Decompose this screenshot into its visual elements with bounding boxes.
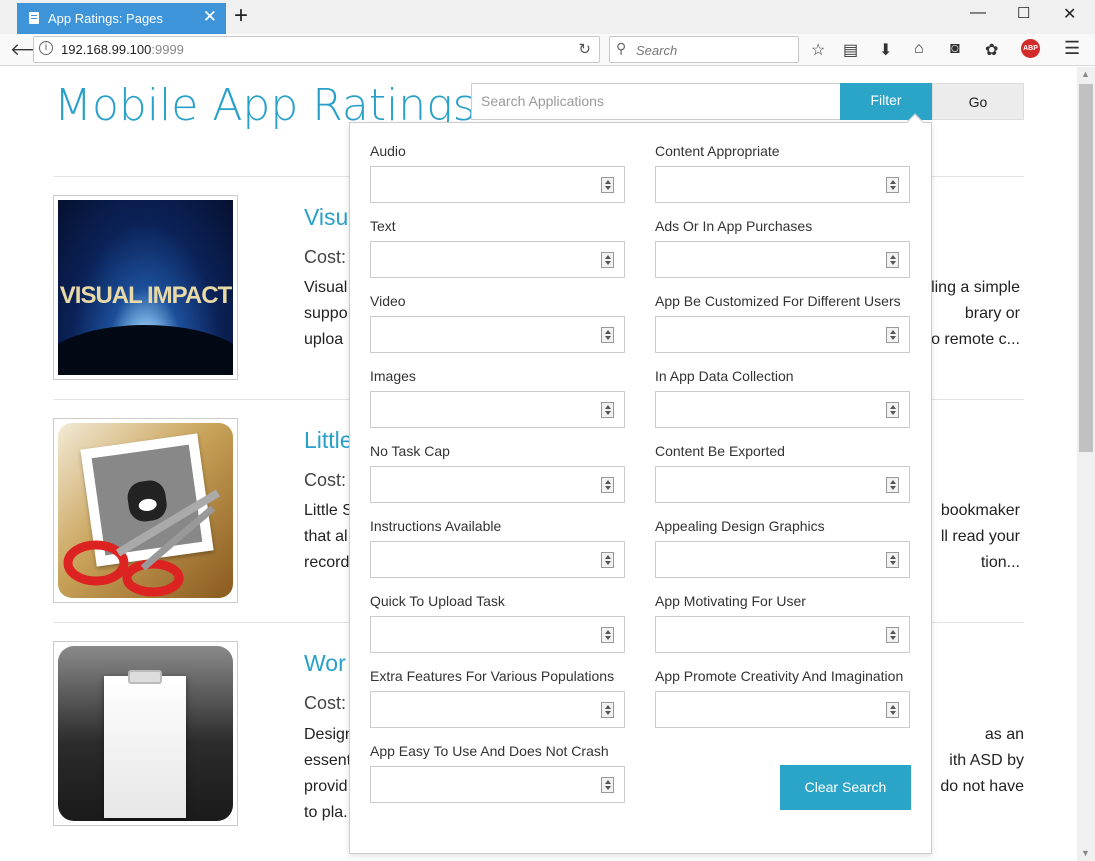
filter-label-data-collection: In App Data Collection [655,368,794,384]
filter-label-instructions: Instructions Available [370,518,502,534]
filter-label-quick-upload: Quick To Upload Task [370,593,505,609]
spinner-icon[interactable] [601,477,614,493]
filter-input-data-collection[interactable] [655,391,910,428]
filter-label-video: Video [370,293,406,309]
filter-label-design-graphics: Appealing Design Graphics [655,518,825,534]
spinner-icon[interactable] [601,702,614,718]
site-info-icon[interactable]: i [39,41,53,55]
spinner-icon[interactable] [886,252,899,268]
filter-input-exported[interactable] [655,466,910,503]
filter-input-instructions[interactable] [370,541,625,578]
tab-close-icon[interactable]: ✕ [203,7,217,27]
reading-list-icon[interactable]: ▤ [843,40,858,60]
extension-icon[interactable]: ✿ [985,40,998,60]
filter-label-creativity: App Promote Creativity And Imagination [655,668,904,684]
filter-label-images: Images [370,368,416,384]
filter-input-creativity[interactable] [655,691,910,728]
search-icon: ⚲ [616,40,627,56]
spinner-icon[interactable] [886,402,899,418]
filter-input-no-task-cap[interactable] [370,466,625,503]
filter-label-motivating: App Motivating For User [655,593,806,609]
app-cost: Cost: [304,693,347,713]
spinner-icon[interactable] [601,327,614,343]
filter-input-images[interactable] [370,391,625,428]
minimize-icon[interactable]: — [970,4,986,22]
spinner-icon[interactable] [886,552,899,568]
filter-label-audio: Audio [370,143,406,159]
clear-search-button[interactable]: Clear Search [780,765,911,810]
spinner-icon[interactable] [601,252,614,268]
spinner-icon[interactable] [601,177,614,193]
spinner-icon[interactable] [601,627,614,643]
app-cost: Cost: [304,247,347,267]
filter-label-ads: Ads Or In App Purchases [655,218,813,234]
filter-input-audio[interactable] [370,166,625,203]
page-scrollbar[interactable]: ▲ ▼ [1077,67,1095,861]
filter-button[interactable]: Filter [840,83,932,120]
download-icon[interactable]: ⬇ [879,40,892,60]
url-text: 192.168.99.100:9999 [61,42,184,57]
spinner-icon[interactable] [601,777,614,793]
filter-input-text[interactable] [370,241,625,278]
spinner-icon[interactable] [601,552,614,568]
window-close-icon[interactable]: ✕ [1063,4,1076,24]
page-favicon-icon [29,12,39,24]
app-title[interactable]: Little [304,427,353,454]
filter-panel: Audio Text Video Images No Task Cap Inst… [349,113,932,854]
scroll-down-icon[interactable]: ▼ [1081,848,1090,858]
browser-search-input[interactable]: ⚲ Search [609,36,799,63]
maximize-icon[interactable]: ☐ [1017,4,1030,22]
search-placeholder: Search [636,43,678,58]
filter-label-content-appropriate: Content Appropriate [655,143,780,159]
tab-title: App Ratings: Pages [48,11,163,26]
scroll-up-icon[interactable]: ▲ [1081,69,1090,79]
search-applications-input[interactable]: Search Applications [471,83,841,120]
spinner-icon[interactable] [886,627,899,643]
spinner-icon[interactable] [601,402,614,418]
spinner-icon[interactable] [886,702,899,718]
filter-label-customized: App Be Customized For Different Users [655,293,901,309]
adblock-icon[interactable]: ABP [1021,39,1040,58]
filter-label-text: Text [370,218,396,234]
spinner-icon[interactable] [886,327,899,343]
filter-label-exported: Content Be Exported [655,443,785,459]
scrollbar-thumb[interactable] [1079,84,1093,452]
filter-input-content-appropriate[interactable] [655,166,910,203]
reload-icon[interactable]: ↻ [578,40,591,58]
filter-input-extra-features[interactable] [370,691,625,728]
new-tab-icon[interactable]: + [234,2,248,30]
spinner-icon[interactable] [886,177,899,193]
menu-icon[interactable]: ☰ [1064,38,1080,59]
address-bar[interactable]: i 192.168.99.100:9999 ↻ [33,36,600,63]
app-title[interactable]: Wor [304,650,346,677]
filter-label-no-task-cap: No Task Cap [370,443,450,459]
filter-input-quick-upload[interactable] [370,616,625,653]
filter-label-extra-features: Extra Features For Various Populations [370,668,615,684]
go-button[interactable]: Go [932,83,1024,120]
browser-tab-active[interactable]: App Ratings: Pages ✕ [17,3,226,34]
scissors-icon [63,489,221,597]
app-image-little-story[interactable] [53,418,238,603]
filter-input-video[interactable] [370,316,625,353]
app-image-work-system[interactable] [53,641,238,826]
app-logo-art: VISUAL IMPACT [59,282,232,309]
app-cost: Cost: [304,470,347,490]
filter-input-motivating[interactable] [655,616,910,653]
filter-input-design-graphics[interactable] [655,541,910,578]
home-icon[interactable]: ⌂ [914,40,924,58]
filter-label-easy-to-use: App Easy To Use And Does Not Crash [370,743,609,759]
filter-input-easy-to-use[interactable] [370,766,625,803]
spinner-icon[interactable] [886,477,899,493]
filter-input-customized[interactable] [655,316,910,353]
filter-input-ads[interactable] [655,241,910,278]
page-content: Mobile App Ratings Search Applications F… [0,67,1077,861]
browser-tab-strip: App Ratings: Pages ✕ + — ☐ ✕ [0,0,1095,34]
app-image-visual-impact[interactable]: VISUAL IMPACT [53,195,238,380]
pocket-icon[interactable]: ◙ [950,40,960,58]
bookmark-star-icon[interactable]: ☆ [811,40,825,60]
browser-nav-bar: 🡐 i 192.168.99.100:9999 ↻ ⚲ Search ☆ ▤ ⬇… [0,34,1095,66]
